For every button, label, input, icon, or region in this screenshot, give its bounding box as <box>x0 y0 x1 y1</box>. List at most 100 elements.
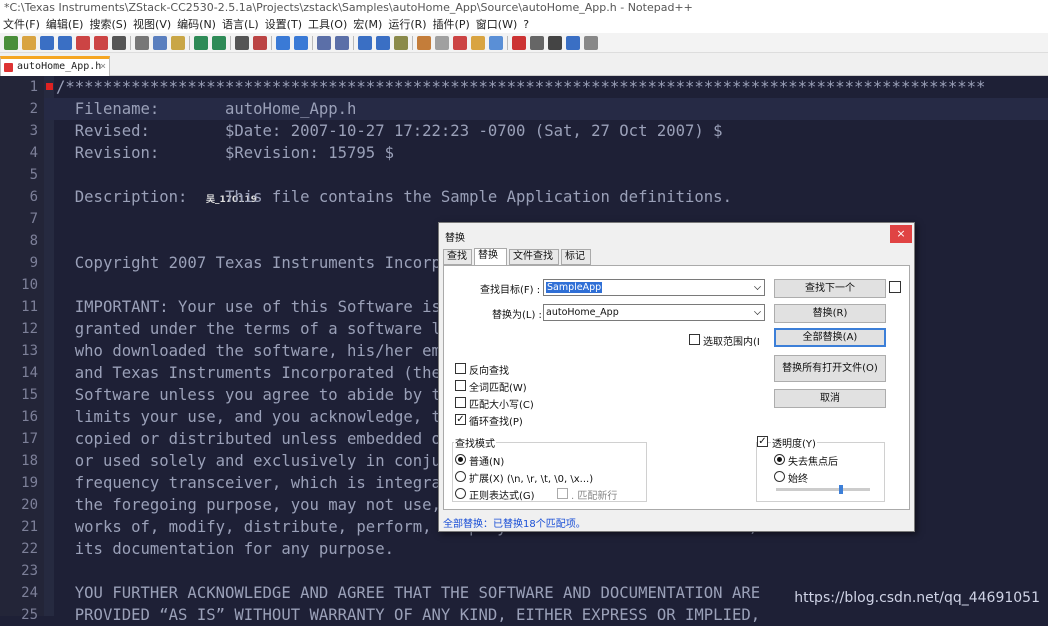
print-icon[interactable] <box>112 36 126 50</box>
mode-extended-label: 扩展(X) (\n, \r, \t, \0, \x...) <box>469 474 594 485</box>
code-line[interactable] <box>56 560 1046 582</box>
tab-find-in-files[interactable]: 文件查找 <box>509 249 559 265</box>
undo-icon[interactable] <box>194 36 208 50</box>
replace-all-button[interactable]: 全部替换(A) <box>774 328 886 347</box>
code-line[interactable]: YOU FURTHER ACKNOWLEDGE AND AGREE THAT T… <box>56 582 1046 604</box>
fold-margin[interactable] <box>44 76 54 616</box>
mode-extended-radio[interactable] <box>455 471 466 482</box>
cut-icon[interactable] <box>135 36 149 50</box>
new-file-icon[interactable] <box>4 36 18 50</box>
mode-normal-radio[interactable] <box>455 454 466 465</box>
toolbar-separator <box>230 36 231 50</box>
find-next-button[interactable]: 查找下一个 <box>774 279 886 298</box>
close-all-icon[interactable] <box>94 36 108 50</box>
show-all-chars-icon[interactable] <box>376 36 390 50</box>
close-icon[interactable] <box>76 36 90 50</box>
line-number: 25 <box>21 607 38 623</box>
menu-item-2[interactable]: 搜索(S) <box>86 16 130 33</box>
stop-icon[interactable] <box>530 36 544 50</box>
wrap-around-checkbox[interactable]: ✓ <box>455 414 466 425</box>
tab-find[interactable]: 查找 <box>443 249 472 265</box>
transparency-always-radio[interactable] <box>774 471 785 482</box>
find-input[interactable]: SampleApp <box>543 279 765 296</box>
tab-autohome-app-h[interactable]: autoHome_App.h × <box>0 56 110 76</box>
line-number: 22 <box>21 541 38 557</box>
find-icon[interactable] <box>235 36 249 50</box>
zoom-out-icon[interactable] <box>294 36 308 50</box>
chevron-down-icon[interactable] <box>754 283 761 290</box>
code-line[interactable]: Filename: autoHome_App.h <box>56 98 1046 120</box>
doc-map-icon[interactable] <box>435 36 449 50</box>
code-line[interactable]: Revised: $Date: 2007-10-27 17:22:23 -070… <box>56 120 1046 142</box>
save-macro-icon[interactable] <box>584 36 598 50</box>
save-all-icon[interactable] <box>58 36 72 50</box>
folder-icon[interactable] <box>471 36 485 50</box>
sync-v-icon[interactable] <box>317 36 331 50</box>
backward-checkbox[interactable] <box>455 363 466 374</box>
chevron-down-icon[interactable] <box>754 308 761 315</box>
sync-h-icon[interactable] <box>335 36 349 50</box>
code-line[interactable]: /***************************************… <box>56 76 1046 98</box>
menu-item-11[interactable]: 窗口(W) <box>473 16 520 33</box>
line-number: 9 <box>29 255 38 271</box>
menu-item-9[interactable]: 运行(R) <box>385 16 429 33</box>
save-icon[interactable] <box>40 36 54 50</box>
replace-icon[interactable] <box>253 36 267 50</box>
toolbar-separator <box>507 36 508 50</box>
menu-item-0[interactable]: 文件(F) <box>0 16 43 33</box>
redo-icon[interactable] <box>212 36 226 50</box>
code-line[interactable]: its documentation for any purpose. <box>56 538 1046 560</box>
tab-close-icon[interactable]: × <box>100 59 106 75</box>
line-number: 15 <box>21 387 38 403</box>
menu-item-5[interactable]: 语言(L) <box>219 16 262 33</box>
menu-item-4[interactable]: 编码(N) <box>174 16 219 33</box>
menu-item-1[interactable]: 编辑(E) <box>43 16 87 33</box>
paste-icon[interactable] <box>171 36 185 50</box>
dialog-close-button[interactable]: × <box>890 225 912 243</box>
match-case-checkbox[interactable] <box>455 397 466 408</box>
copy-icon[interactable] <box>153 36 167 50</box>
cancel-button[interactable]: 取消 <box>774 389 886 408</box>
in-selection-checkbox[interactable] <box>689 334 700 345</box>
zoom-in-icon[interactable] <box>276 36 290 50</box>
find-next-option-checkbox[interactable] <box>889 281 901 293</box>
open-file-icon[interactable] <box>22 36 36 50</box>
record-icon[interactable] <box>512 36 526 50</box>
word-wrap-icon[interactable] <box>358 36 372 50</box>
menu-item-3[interactable]: 视图(V) <box>130 16 174 33</box>
replace-dialog: 替换 × 查找 替换 文件查找 标记 查找目标(F) : SampleApp 替… <box>438 222 915 532</box>
mode-normal-label: 普通(N) <box>469 457 505 468</box>
function-list-icon[interactable] <box>453 36 467 50</box>
monitor-icon[interactable] <box>489 36 503 50</box>
dot-newline-checkbox[interactable] <box>557 488 568 499</box>
lang-icon[interactable] <box>417 36 431 50</box>
transparency-on-lose-focus-radio[interactable] <box>774 454 785 465</box>
transparency-slider[interactable] <box>776 485 870 494</box>
line-number: 17 <box>21 431 38 447</box>
whole-word-checkbox[interactable] <box>455 380 466 391</box>
tab-replace[interactable]: 替换 <box>474 248 507 266</box>
tab-mark[interactable]: 标记 <box>561 249 591 265</box>
replace-button[interactable]: 替换(R) <box>774 304 886 323</box>
menu-item-12[interactable]: ? <box>520 16 532 33</box>
code-line[interactable]: Description: This file contains the Samp… <box>56 186 1046 208</box>
menu-item-8[interactable]: 宏(M) <box>350 16 385 33</box>
menu-item-10[interactable]: 插件(P) <box>430 16 473 33</box>
replace-input[interactable]: autoHome_App <box>543 304 765 321</box>
menu-item-7[interactable]: 工具(O) <box>305 16 350 33</box>
fold-marker-icon[interactable] <box>46 83 53 90</box>
play-multi-icon[interactable] <box>566 36 580 50</box>
code-line[interactable]: PROVIDED “AS IS” WITHOUT WARRANTY OF ANY… <box>56 604 1046 626</box>
match-case-label: 匹配大小写(C) <box>469 400 534 411</box>
indent-guide-icon[interactable] <box>394 36 408 50</box>
window-title: *C:\Texas Instruments\ZStack-CC2530-2.5.… <box>0 0 1048 16</box>
code-line[interactable] <box>56 164 1046 186</box>
replace-all-open-files-button[interactable]: 替换所有打开文件(O) <box>774 355 886 382</box>
transparency-checkbox[interactable]: ✓ <box>757 436 768 447</box>
code-line[interactable]: Revision: $Revision: 15795 $ <box>56 142 1046 164</box>
mode-regex-radio[interactable] <box>455 488 466 499</box>
menu-item-6[interactable]: 设置(T) <box>262 16 305 33</box>
line-number: 3 <box>29 123 38 139</box>
play-icon[interactable] <box>548 36 562 50</box>
slider-thumb[interactable] <box>839 485 843 494</box>
